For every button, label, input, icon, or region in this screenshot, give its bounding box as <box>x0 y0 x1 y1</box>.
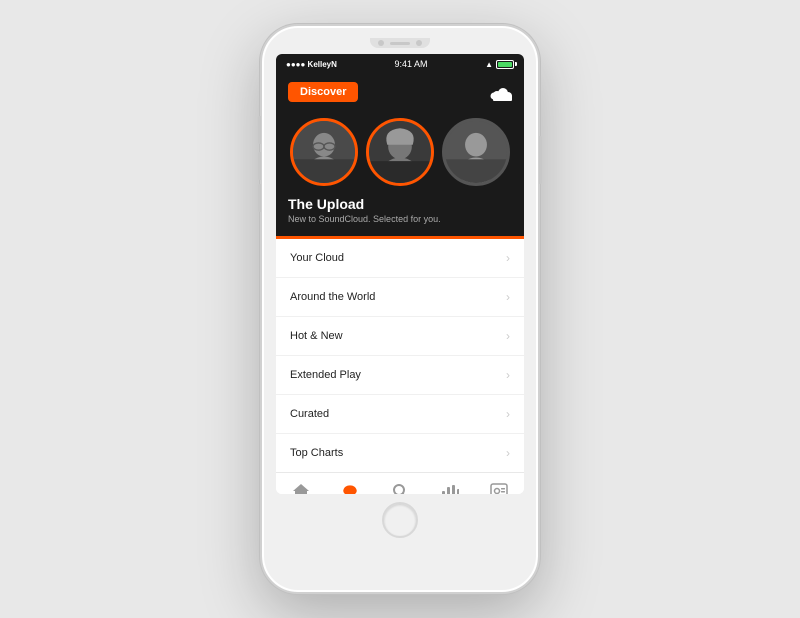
menu-item-label: Curated <box>290 408 329 420</box>
phone-screen: ●●●● KelleyN 9:41 AM ▲ Discover <box>276 54 524 494</box>
menu-item-label: Top Charts <box>290 447 343 459</box>
nav-item-library[interactable]: Library <box>474 483 524 494</box>
camera-dot-2 <box>416 40 422 46</box>
hero-section: The Upload New to SoundCloud. Selected f… <box>276 108 524 236</box>
chevron-icon: › <box>506 407 510 421</box>
header: Discover <box>276 74 524 108</box>
artist-circle-3[interactable] <box>442 118 510 186</box>
status-bar: ●●●● KelleyN 9:41 AM ▲ <box>276 54 524 74</box>
nav-item-home[interactable]: Home <box>276 483 326 494</box>
phone-frame: ●●●● KelleyN 9:41 AM ▲ Discover <box>260 24 540 594</box>
bottom-nav: Home Discover Search <box>276 472 524 494</box>
hero-title: The Upload <box>288 196 512 212</box>
chevron-icon: › <box>506 368 510 382</box>
menu-item-extended-play[interactable]: Extended Play › <box>276 356 524 395</box>
home-icon <box>292 483 310 494</box>
chevron-icon: › <box>506 290 510 304</box>
carrier-text: ●●●● KelleyN <box>286 60 337 69</box>
discover-icon <box>340 483 360 494</box>
speaker-slot <box>390 42 410 45</box>
menu-item-curated[interactable]: Curated › <box>276 395 524 434</box>
discover-button[interactable]: Discover <box>288 82 358 102</box>
signal-icon: ▲ <box>485 60 493 69</box>
chevron-icon: › <box>506 329 510 343</box>
artist-circles <box>288 118 512 186</box>
chevron-icon: › <box>506 446 510 460</box>
artist-circle-1[interactable] <box>290 118 358 186</box>
hero-text: The Upload New to SoundCloud. Selected f… <box>288 196 512 224</box>
menu-item-label: Your Cloud <box>290 252 344 264</box>
home-button[interactable] <box>382 502 418 538</box>
nav-item-search[interactable]: Search <box>375 483 425 494</box>
hero-subtitle: New to SoundCloud. Selected for you. <box>288 214 512 224</box>
menu-item-your-cloud[interactable]: Your Cloud › <box>276 239 524 278</box>
battery-icon <box>496 60 514 69</box>
menu-item-around-the-world[interactable]: Around the World › <box>276 278 524 317</box>
menu-item-hot-and-new[interactable]: Hot & New › <box>276 317 524 356</box>
menu-list: Your Cloud › Around the World › Hot & Ne… <box>276 239 524 472</box>
search-icon <box>392 483 408 494</box>
battery-fill <box>498 62 512 67</box>
camera-dot <box>378 40 384 46</box>
playing-icon <box>441 483 459 494</box>
chevron-icon: › <box>506 251 510 265</box>
status-right: ▲ <box>485 60 514 69</box>
soundcloud-logo <box>480 83 512 101</box>
nav-item-playing[interactable]: Playing <box>425 483 475 494</box>
top-notch <box>370 38 430 48</box>
menu-item-label: Around the World <box>290 291 375 303</box>
menu-item-label: Hot & New <box>290 330 343 342</box>
time-text: 9:41 AM <box>394 59 427 69</box>
nav-item-discover[interactable]: Discover <box>326 483 376 494</box>
artist-circle-2[interactable] <box>366 118 434 186</box>
menu-item-top-charts[interactable]: Top Charts › <box>276 434 524 472</box>
library-icon <box>490 483 508 494</box>
menu-item-label: Extended Play <box>290 369 361 381</box>
